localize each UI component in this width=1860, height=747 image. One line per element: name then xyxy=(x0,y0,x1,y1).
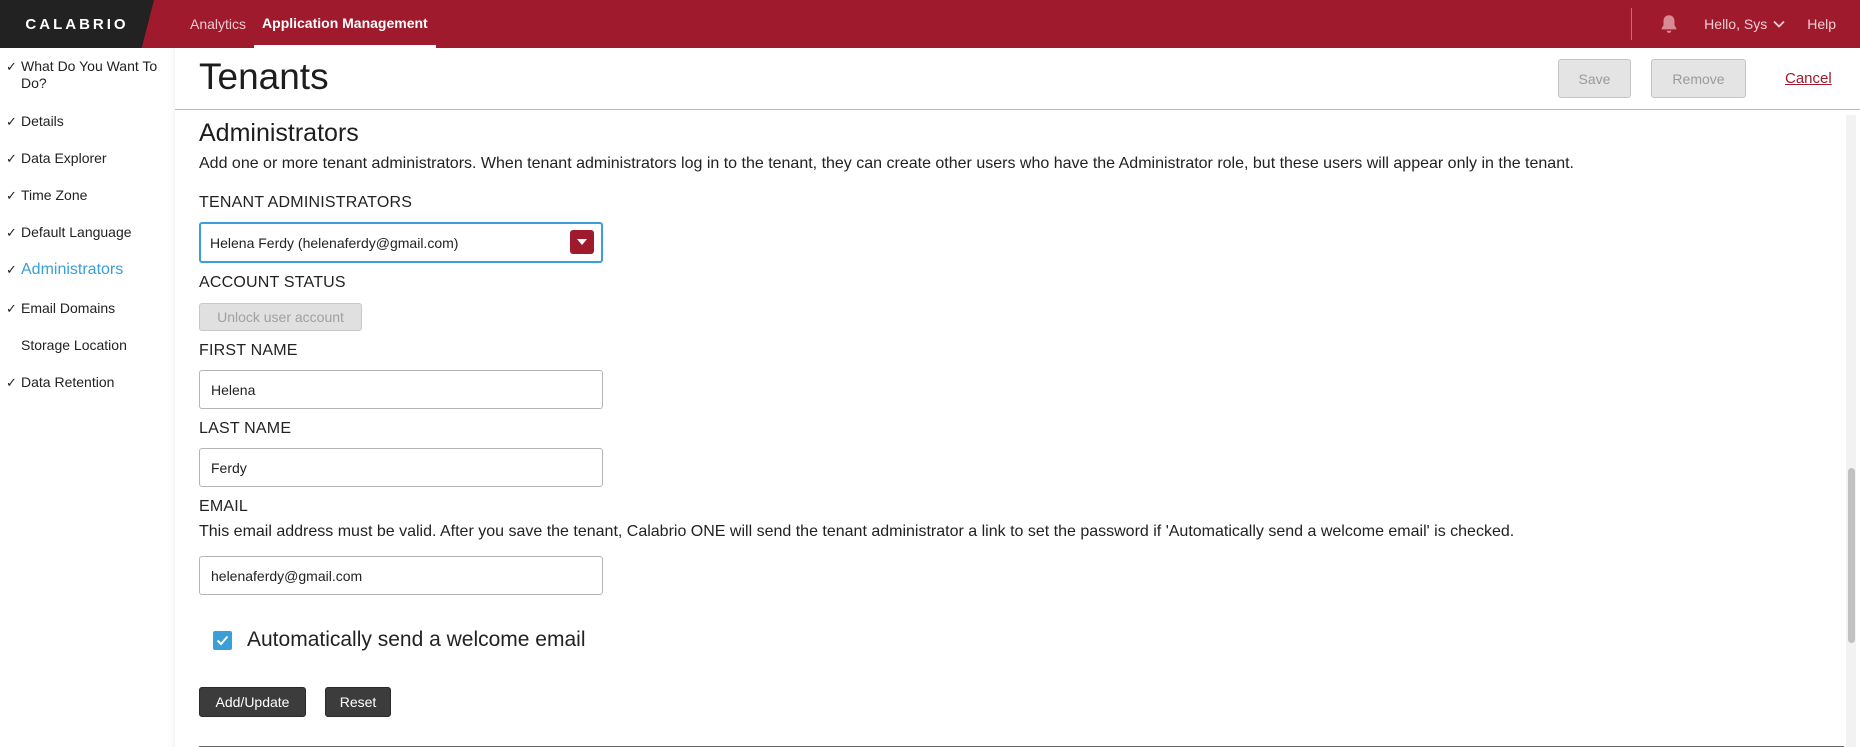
checkmark-icon xyxy=(216,635,229,646)
sidebar-item-default-language[interactable]: ✓ Default Language xyxy=(6,224,166,241)
logo-text: CALABRIO xyxy=(25,15,129,33)
reset-button[interactable]: Reset xyxy=(325,687,391,717)
sidebar-item-storage-location[interactable]: Storage Location xyxy=(6,337,166,354)
account-status-label: ACCOUNT STATUS xyxy=(199,274,346,291)
sidebar-item-details[interactable]: ✓ Details xyxy=(6,113,166,130)
calabrio-logo[interactable]: CALABRIO xyxy=(0,0,154,48)
check-icon: ✓ xyxy=(6,225,17,240)
page-title: Tenants xyxy=(199,56,329,97)
last-name-label: LAST NAME xyxy=(199,420,292,437)
sidebar-item-label: Administrators xyxy=(21,261,124,278)
dropdown-button[interactable] xyxy=(570,230,594,254)
check-placeholder xyxy=(6,337,21,354)
sidebar-item-label: Data Retention xyxy=(21,374,115,390)
tenant-administrators-select[interactable]: Helena Ferdy (helenaferdy@gmail.com) xyxy=(199,222,603,263)
add-update-button[interactable]: Add/Update xyxy=(199,687,306,717)
welcome-email-checkbox[interactable] xyxy=(213,631,232,650)
sidebar-item-label: Default Language xyxy=(21,224,132,240)
sidebar-item-label: Time Zone xyxy=(21,187,88,203)
check-icon: ✓ xyxy=(6,114,17,129)
first-name-label: FIRST NAME xyxy=(199,342,298,359)
check-icon: ✓ xyxy=(6,301,17,316)
welcome-email-label: Automatically send a welcome email xyxy=(247,628,586,651)
top-navigation-bar: CALABRIO Analytics Application Managemen… xyxy=(0,0,1860,48)
sidebar-item-label: Data Explorer xyxy=(21,150,107,166)
first-name-input[interactable]: Helena xyxy=(199,370,603,409)
unlock-user-account-button[interactable]: Unlock user account xyxy=(199,303,362,331)
sidebar-item-data-explorer[interactable]: ✓ Data Explorer xyxy=(6,150,166,167)
check-icon: ✓ xyxy=(6,188,17,203)
tenant-administrators-label: TENANT ADMINISTRATORS xyxy=(199,194,413,211)
email-input[interactable]: helenaferdy@gmail.com xyxy=(199,556,603,595)
email-label: EMAIL xyxy=(199,498,249,515)
nav-analytics[interactable]: Analytics xyxy=(182,0,254,48)
section-title: Administrators xyxy=(199,119,359,147)
caret-down-icon xyxy=(577,239,587,245)
check-icon: ✓ xyxy=(6,262,17,277)
chevron-down-icon xyxy=(1773,20,1785,28)
check-icon: ✓ xyxy=(6,151,17,166)
sidebar-item-data-retention[interactable]: ✓ Data Retention xyxy=(6,374,166,391)
sidebar-item-email-domains[interactable]: ✓ Email Domains xyxy=(6,300,166,317)
sidebar-item-administrators[interactable]: ✓ Administrators xyxy=(6,261,166,278)
remove-button[interactable]: Remove xyxy=(1651,59,1746,98)
nav-divider xyxy=(1631,8,1633,40)
section-description: Add one or more tenant administrators. W… xyxy=(199,155,1574,172)
user-greeting: Hello, Sys xyxy=(1704,16,1768,32)
header-divider xyxy=(175,109,1860,110)
save-button[interactable]: Save xyxy=(1558,59,1631,98)
sidebar-item-label: Storage Location xyxy=(21,337,127,353)
nav-application-management[interactable]: Application Management xyxy=(254,0,436,48)
email-description: This email address must be valid. After … xyxy=(199,523,1515,540)
sidebar-item-label: Details xyxy=(21,113,64,129)
main-nav: Analytics Application Management xyxy=(182,0,436,48)
check-icon: ✓ xyxy=(6,59,17,74)
sidebar-item-label: What Do You Want To Do? xyxy=(21,58,158,91)
selected-admin-value: Helena Ferdy (helenaferdy@gmail.com) xyxy=(210,234,459,251)
sidebar-item-what-do-you-want-to-do[interactable]: ✓ What Do You Want To Do? xyxy=(6,58,166,92)
sidebar-item-time-zone[interactable]: ✓ Time Zone xyxy=(6,187,166,204)
cancel-link[interactable]: Cancel xyxy=(1785,70,1832,87)
bell-icon[interactable] xyxy=(1658,13,1680,35)
scrollbar-track[interactable] xyxy=(1846,115,1856,747)
check-icon: ✓ xyxy=(6,375,17,390)
last-name-input[interactable]: Ferdy xyxy=(199,448,603,487)
scrollbar-thumb[interactable] xyxy=(1848,468,1855,643)
sidebar-item-label: Email Domains xyxy=(21,300,116,316)
top-right-controls: Hello, Sys Help xyxy=(1631,0,1860,48)
help-link[interactable]: Help xyxy=(1807,16,1836,32)
user-menu[interactable]: Hello, Sys xyxy=(1704,16,1785,32)
wizard-sidebar: ✓ What Do You Want To Do? ✓ Details ✓ Da… xyxy=(0,48,175,747)
